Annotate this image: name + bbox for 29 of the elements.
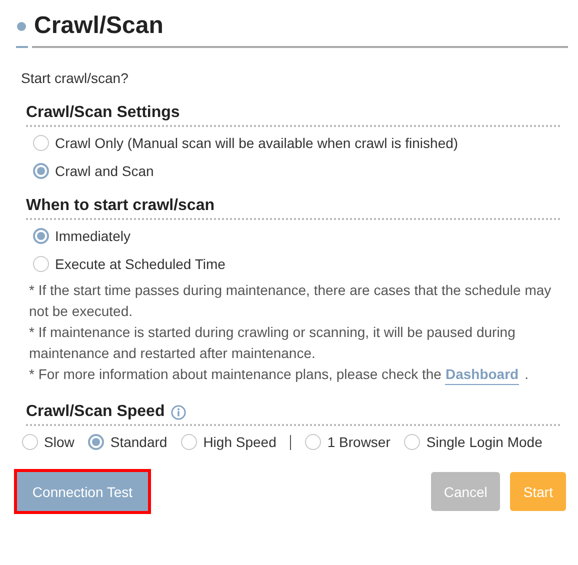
note-text: * If maintenance is started during crawling or scanning, it will be paused during maintenance and restarted after maintenance. <box>29 324 516 361</box>
radio-button[interactable] <box>33 256 49 272</box>
radio-button[interactable] <box>88 434 104 450</box>
bullet-icon <box>17 22 26 30</box>
radio-label[interactable]: High Speed <box>203 434 276 450</box>
radio-button[interactable] <box>181 434 198 450</box>
radio-label[interactable]: 1 Browser <box>327 434 390 450</box>
note-text: * For more information about maintenance plans, please check the <box>29 366 442 382</box>
radio-label[interactable]: Single Login Mode <box>426 434 542 450</box>
info-icon[interactable] <box>170 404 186 420</box>
radio-label[interactable]: Execute at Scheduled Time <box>55 256 226 272</box>
radio-button[interactable] <box>33 163 49 179</box>
radio-button[interactable] <box>33 228 49 244</box>
radio-button[interactable] <box>404 434 420 450</box>
section-heading: When to start crawl/scan <box>26 197 214 215</box>
section-heading: Crawl/Scan Speed <box>26 403 165 421</box>
radio-label[interactable]: Immediately <box>55 228 130 244</box>
prompt-text: Start crawl/scan? <box>21 70 130 86</box>
radio-label[interactable]: Crawl Only (Manual scan will be available when crawl is finished) <box>55 135 458 151</box>
radio-label[interactable]: Standard <box>110 434 168 450</box>
note-text: * If the start time passes during maintenance, there are cases that the schedule may not be executed. <box>29 282 552 319</box>
section-heading: Crawl/Scan Settings <box>26 104 180 122</box>
radio-button[interactable] <box>22 434 38 450</box>
period-text: . <box>524 366 528 382</box>
radio-label[interactable]: Crawl and Scan <box>55 163 154 179</box>
page-title: Crawl/Scan <box>34 12 164 40</box>
radio-label[interactable]: Slow <box>44 434 74 450</box>
radio-button[interactable] <box>305 434 322 450</box>
radio-button[interactable] <box>33 135 49 151</box>
